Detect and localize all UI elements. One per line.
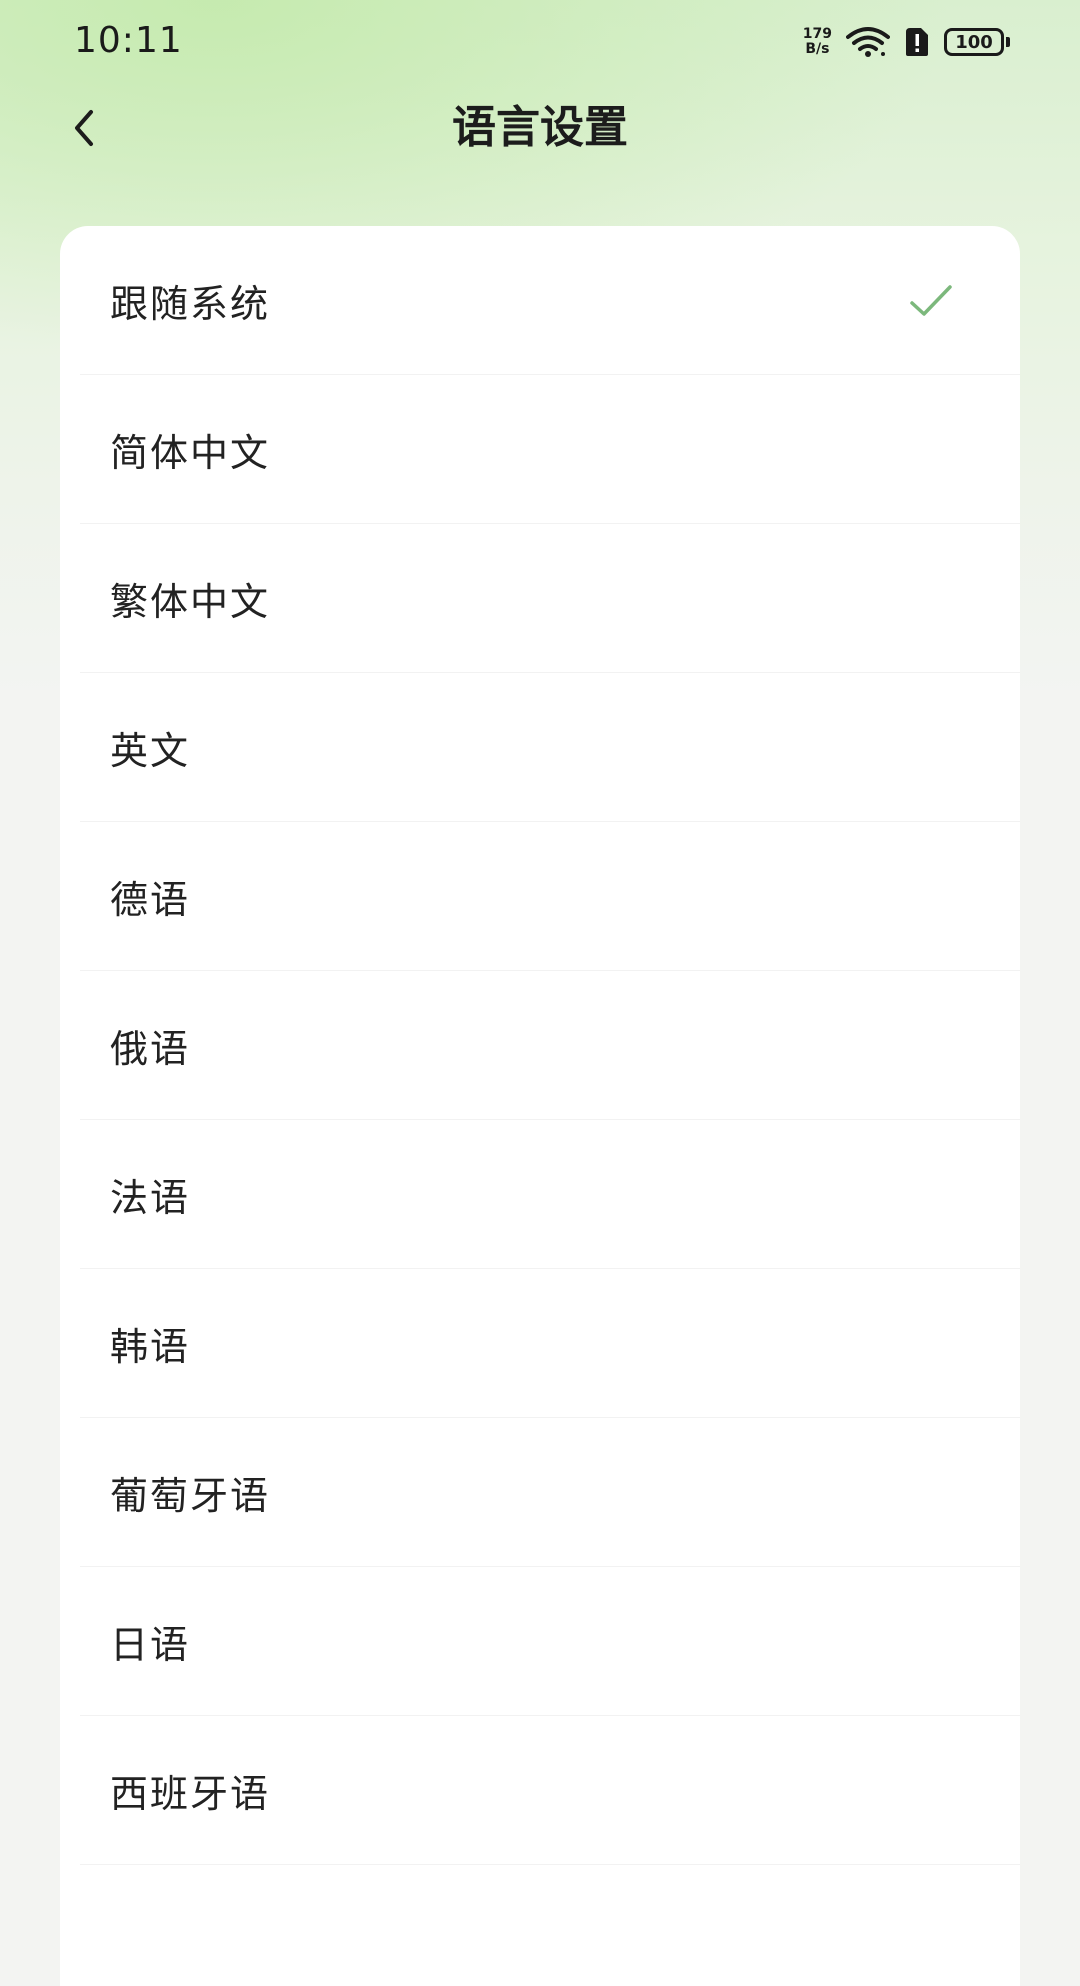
battery-level: 100 <box>944 28 1004 56</box>
language-label: 简体中文 <box>110 431 271 475</box>
battery-icon: 100 <box>944 28 1010 56</box>
language-label: 跟随系统 <box>110 282 271 326</box>
network-speed-value: 179 <box>802 26 832 42</box>
language-option-korean[interactable]: 韩语 <box>60 1269 1020 1418</box>
language-option-portuguese[interactable]: 葡萄牙语 <box>60 1418 1020 1567</box>
language-label: 英文 <box>110 729 191 773</box>
page-title: 语言设置 <box>452 102 628 153</box>
status-time: 10:11 <box>74 20 183 61</box>
check-icon <box>910 284 952 316</box>
language-option-french[interactable]: 法语 <box>60 1120 1020 1269</box>
language-option-simplified-chinese[interactable]: 简体中文 <box>60 375 1020 524</box>
language-option-partial[interactable] <box>60 1865 1020 1986</box>
sim-alert-icon <box>906 28 928 56</box>
language-option-japanese[interactable]: 日语 <box>60 1567 1020 1716</box>
language-label: 俄语 <box>110 1027 191 1071</box>
status-bar: 10:11 179 B/s 100 <box>0 0 1080 84</box>
language-label: 繁体中文 <box>110 580 271 624</box>
language-label: 日语 <box>110 1623 191 1667</box>
status-icons: 179 B/s 100 <box>803 24 1010 60</box>
network-speed-unit: B/s <box>805 41 830 57</box>
wifi-icon <box>846 27 890 57</box>
language-option-english[interactable]: 英文 <box>60 673 1020 822</box>
battery-tip <box>1006 37 1010 47</box>
language-label: 法语 <box>110 1176 191 1220</box>
network-speed: 179 B/s <box>803 27 832 57</box>
language-option-traditional-chinese[interactable]: 繁体中文 <box>60 524 1020 673</box>
language-option-follow-system[interactable]: 跟随系统 <box>60 226 1020 375</box>
language-label: 韩语 <box>110 1325 191 1369</box>
language-label: 葡萄牙语 <box>110 1474 271 1518</box>
language-option-german[interactable]: 德语 <box>60 822 1020 971</box>
navigation-bar: 语言设置 <box>0 84 1080 170</box>
language-option-russian[interactable]: 俄语 <box>60 971 1020 1120</box>
language-list: 跟随系统 简体中文 繁体中文 英文 德语 俄语 法语 韩语 葡萄牙语 日语 西班… <box>60 226 1020 1986</box>
language-label: 德语 <box>110 878 191 922</box>
language-option-spanish[interactable]: 西班牙语 <box>60 1716 1020 1865</box>
language-label: 西班牙语 <box>110 1772 271 1816</box>
